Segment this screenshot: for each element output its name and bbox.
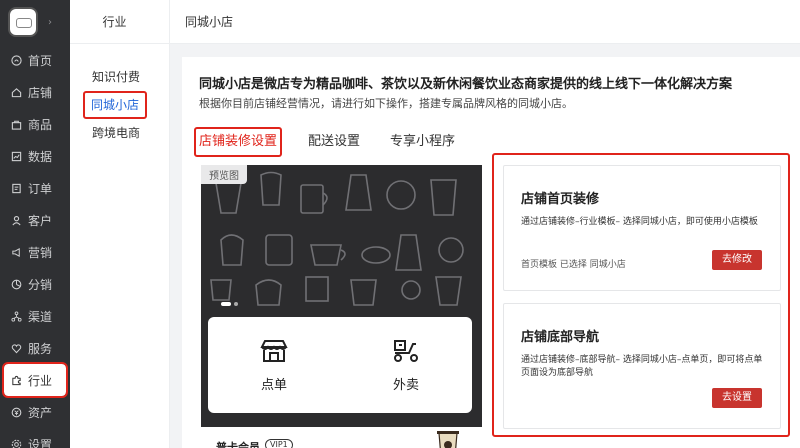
carousel-dot[interactable] bbox=[234, 302, 238, 306]
preview-badge: 预览图 bbox=[201, 165, 247, 184]
member-name: 普卡会员 bbox=[216, 441, 260, 448]
sidebar-item-label: 首页 bbox=[28, 53, 53, 68]
logo-area: › bbox=[0, 0, 70, 44]
sidebar-item-settings[interactable]: 设置 bbox=[0, 428, 70, 448]
card-title: 店铺底部导航 bbox=[521, 330, 600, 345]
tab-mini-program[interactable]: 专享小程序 bbox=[390, 127, 455, 157]
goods-bag-icon bbox=[11, 119, 22, 130]
shop-logo[interactable] bbox=[8, 7, 38, 37]
setup-button[interactable]: 去设置 bbox=[712, 388, 762, 408]
network-icon bbox=[11, 310, 22, 322]
sidebar-item-label: 渠道 bbox=[28, 309, 53, 324]
industry-subnav: 行业 知识付费 同城小店 跨境电商 bbox=[70, 0, 170, 448]
subnav-item-knowledge-pay[interactable]: 知识付费 bbox=[70, 63, 169, 91]
sidebar-item-channels[interactable]: 渠道 bbox=[0, 300, 70, 332]
main-content: 同城小店是微店专为精品咖啡、茶饮以及新休闲餐饮业态商家提供的线上线下一体化解决方… bbox=[182, 57, 800, 448]
tab-store-decoration[interactable]: 店铺装修设置 bbox=[194, 127, 283, 157]
chevron-right-icon[interactable]: › bbox=[48, 17, 52, 28]
settings-panel: 店铺首页装修 通过店铺装修–行业模板– 选择同城小店，即可使用小店模板 首页模板… bbox=[492, 153, 790, 437]
page-title: 同城小店 bbox=[185, 15, 234, 29]
sidebar-item-customers[interactable]: 客户 bbox=[0, 204, 70, 236]
intro-title: 同城小店是微店专为精品咖啡、茶饮以及新休闲餐饮业态商家提供的线上线下一体化解决方… bbox=[199, 77, 733, 92]
gear-icon bbox=[11, 439, 22, 448]
megaphone-icon bbox=[11, 247, 22, 258]
heart-icon bbox=[11, 343, 22, 354]
sidebar-item-label: 服务 bbox=[28, 341, 53, 356]
delivery-label: 外卖 bbox=[392, 377, 419, 393]
bottom-nav-card: 店铺底部导航 通过店铺装修–底部导航– 选择同城小店–点单页，即可将点单页面设为… bbox=[503, 303, 781, 429]
sidebar-item-label: 分销 bbox=[28, 277, 53, 292]
sidebar-item-goods[interactable]: 商品 bbox=[0, 108, 70, 140]
intro-description: 根据你目前店铺经营情况，请进行如下操作，搭建专属品牌风格的同城小店。 bbox=[199, 97, 573, 110]
sidebar-item-industry[interactable]: 行业 bbox=[2, 362, 68, 398]
tab-delivery[interactable]: 配送设置 bbox=[308, 127, 360, 157]
order-service[interactable]: 点单 bbox=[208, 317, 340, 413]
settings-tabs: 店铺装修设置 配送设置 专享小程序 bbox=[194, 125, 485, 159]
puzzle-icon bbox=[11, 375, 22, 386]
sidebar-item-label: 资产 bbox=[28, 405, 53, 420]
card-description: 通过店铺装修–行业模板– 选择同城小店，即可使用小店模板 bbox=[521, 217, 758, 227]
subnav-item-local-store[interactable]: 同城小店 bbox=[83, 91, 148, 119]
sidebar-item-store[interactable]: 店铺 bbox=[0, 76, 70, 108]
delivery-service[interactable]: 外卖 bbox=[340, 317, 472, 413]
modify-button[interactable]: 去修改 bbox=[712, 250, 762, 270]
sidebar-item-label: 行业 bbox=[28, 373, 53, 388]
sidebar-item-distribution[interactable]: 分销 bbox=[0, 268, 70, 300]
home-circle-icon bbox=[11, 54, 22, 66]
carousel-dot-active[interactable] bbox=[221, 302, 231, 306]
main-sidebar: › 首页 店铺 商品 数据 订单 客户 营销 分销 渠道 服务 行业 资产 设置 bbox=[0, 0, 70, 448]
person-icon bbox=[11, 215, 22, 226]
sidebar-item-marketing[interactable]: 营销 bbox=[0, 236, 70, 268]
template-status: 首页模板 已选择 同城小店 bbox=[521, 260, 626, 270]
sidebar-item-label: 数据 bbox=[28, 149, 53, 164]
sidebar-item-orders[interactable]: 订单 bbox=[0, 172, 70, 204]
subnav-title: 行业 bbox=[70, 0, 169, 44]
carousel-dots[interactable] bbox=[221, 302, 238, 306]
member-level-badge: VIP1 bbox=[265, 439, 293, 448]
sidebar-item-label: 设置 bbox=[28, 437, 53, 448]
subnav-item-cross-border[interactable]: 跨境电商 bbox=[70, 119, 169, 147]
sidebar-item-label: 客户 bbox=[28, 213, 53, 228]
sidebar-item-home[interactable]: 首页 bbox=[0, 44, 70, 76]
store-house-icon bbox=[11, 87, 22, 98]
storefront-icon bbox=[260, 339, 288, 362]
store-preview: 预览图 点单 外卖 普卡会员 VIP1 bbox=[201, 165, 482, 448]
sidebar-item-label: 商品 bbox=[28, 117, 53, 132]
coin-icon bbox=[11, 407, 22, 418]
order-label: 点单 bbox=[260, 377, 287, 393]
scooter-icon bbox=[394, 339, 418, 362]
homepage-decoration-card: 店铺首页装修 通过店铺装修–行业模板– 选择同城小店，即可使用小店模板 首页模板… bbox=[503, 165, 781, 291]
coffee-cup-illustration bbox=[437, 431, 459, 448]
sidebar-item-assets[interactable]: 资产 bbox=[0, 396, 70, 428]
card-title: 店铺首页装修 bbox=[521, 192, 600, 207]
sidebar-item-label: 营销 bbox=[28, 245, 53, 260]
order-list-icon bbox=[11, 183, 22, 194]
service-card: 点单 外卖 bbox=[208, 317, 472, 413]
member-strip: 普卡会员 VIP1 bbox=[201, 427, 482, 448]
pie-icon bbox=[11, 279, 22, 290]
sidebar-item-label: 订单 bbox=[28, 181, 53, 196]
sidebar-item-services[interactable]: 服务 bbox=[0, 332, 70, 364]
sidebar-item-data[interactable]: 数据 bbox=[0, 140, 70, 172]
page-header: 同城小店 bbox=[170, 0, 800, 44]
card-description: 通过店铺装修–底部导航– 选择同城小店–点单页，即可将点单页面设为底部导航 bbox=[521, 355, 763, 378]
sidebar-item-label: 店铺 bbox=[28, 85, 53, 100]
chart-icon bbox=[11, 151, 22, 162]
